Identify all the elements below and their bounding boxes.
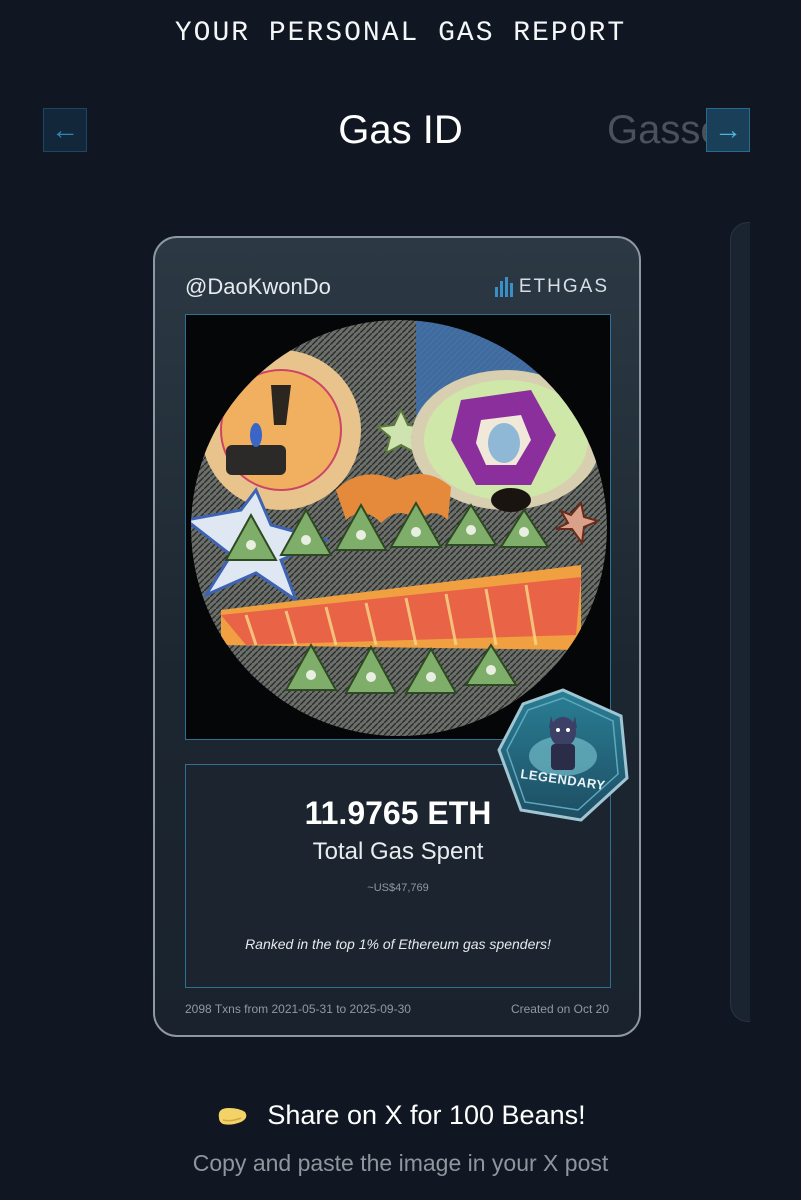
legendary-badge-icon [497,688,629,822]
brand-logo: ETHGAS [494,276,609,298]
total-gas-usd: ~US$47,769 [367,882,429,894]
ethgas-logo-icon [494,277,513,297]
bean-icon [219,1107,247,1125]
next-card-peek[interactable] [730,222,750,1022]
page-title: YOUR PERSONAL GAS REPORT [174,18,627,49]
brand-name: ETHGAS [518,276,609,297]
total-gas-label: Total Gas Spent [312,838,484,865]
share-on-x-button[interactable]: Share on X for 100 Beans! [0,1100,801,1131]
created-date: Created on Oct 20 [510,1002,609,1016]
share-instructions: Copy and paste the image in your X post [192,1150,609,1176]
share-label: Share on X for 100 Beans! [267,1100,586,1130]
user-handle: @DaoKwonDo [185,274,331,299]
txn-summary: 2098 Txns from 2021-05-31 to 2025-09-30 [185,1002,411,1016]
arrow-right-icon: → [714,114,742,145]
gas-id-card: @DaoKwonDo ETHGAS 11.9765 ETH Total Gas … [153,236,641,1037]
artwork-image [186,315,610,739]
legendary-badge: LEGENDARY [493,686,633,826]
next-button[interactable]: → [706,108,750,152]
nft-artwork [185,314,611,740]
rank-text: Ranked in the top 1% of Ethereum gas spe… [245,936,551,952]
